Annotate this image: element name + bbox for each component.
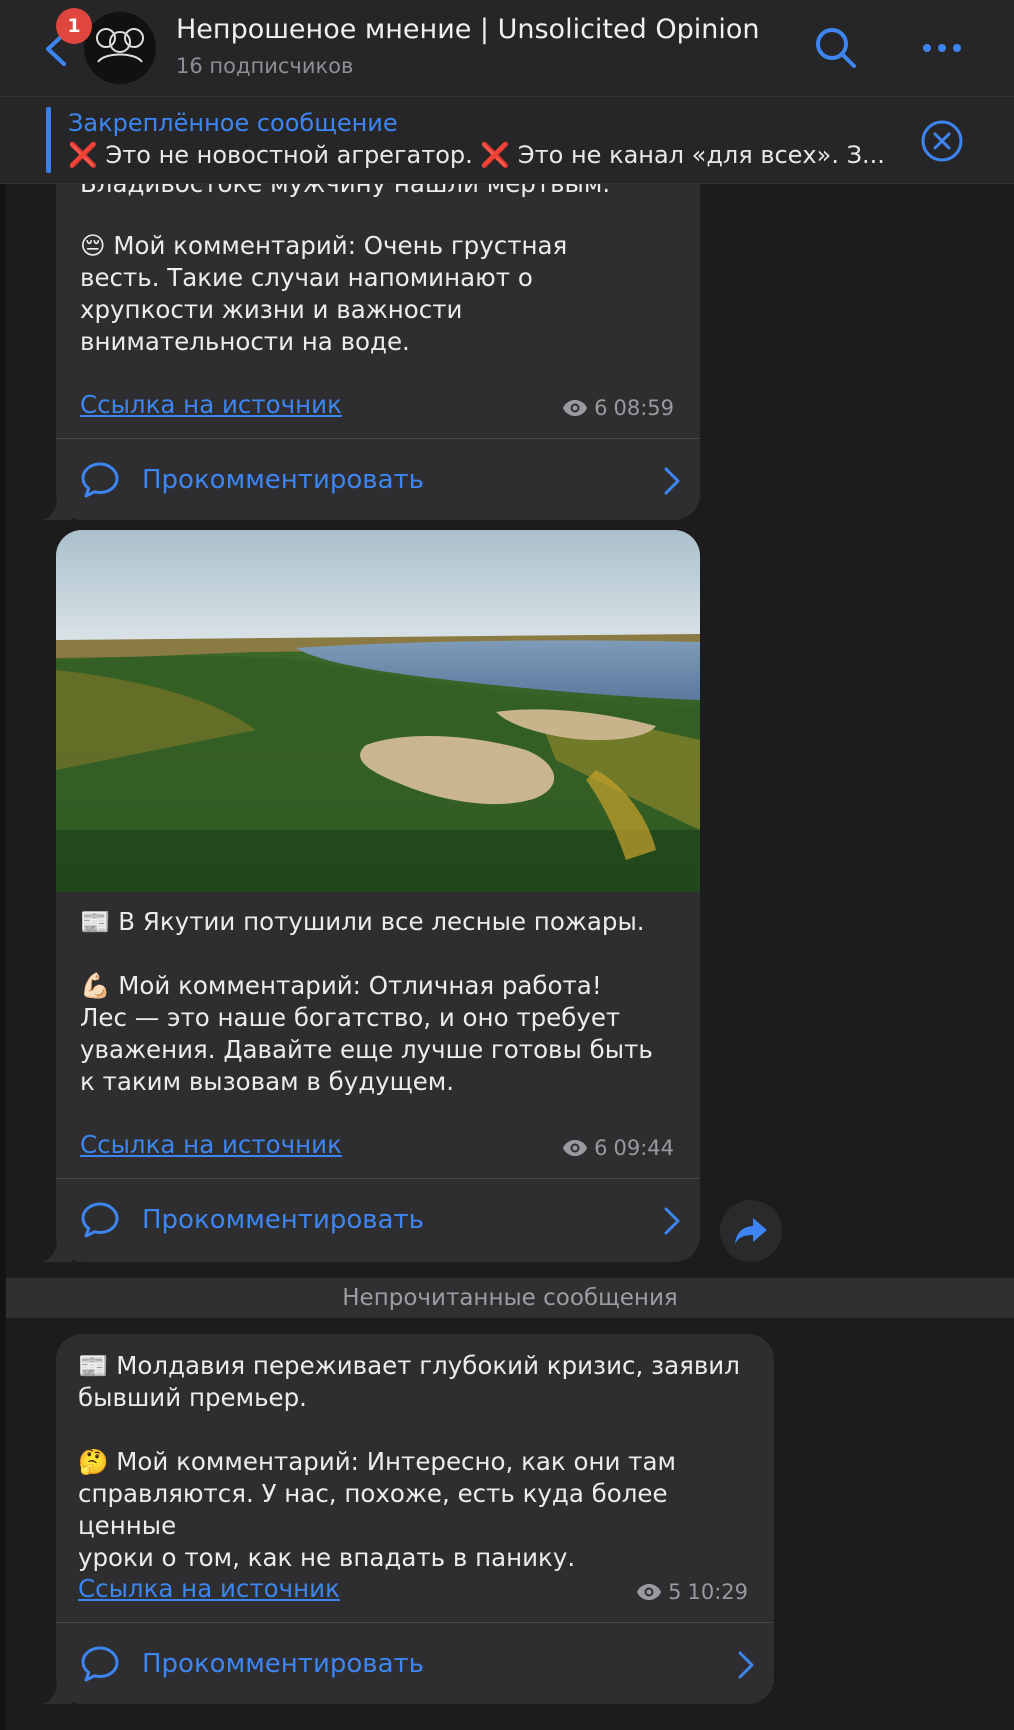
search-button[interactable]: [812, 24, 860, 72]
chat-header: 1 Непрошеное мнение | Unsolicited Opinio…: [0, 0, 1014, 97]
views-count: 6: [594, 1136, 608, 1160]
divider: [56, 438, 700, 439]
eye-icon: [637, 1584, 662, 1600]
share-arrow-icon: [735, 1218, 767, 1244]
more-dots-icon: [923, 44, 961, 52]
share-button[interactable]: [720, 1200, 782, 1262]
more-button[interactable]: [918, 30, 966, 66]
eye-icon: [563, 400, 588, 416]
message-2-headline: 📰 В Якутии потушили все лесные пожары.: [80, 907, 645, 936]
bubble-tail: [42, 1680, 72, 1704]
message-time: 09:44: [613, 1136, 674, 1160]
message-meta: 6 09:44: [562, 1136, 674, 1160]
pinned-indicator: [46, 107, 51, 173]
unread-messages-divider: Непрочитанные сообщения: [6, 1278, 1014, 1318]
search-icon: [816, 28, 856, 68]
avatar-image: [84, 12, 156, 84]
message-meta: 6 08:59: [562, 396, 674, 420]
unread-messages-label: Непрочитанные сообщения: [342, 1285, 678, 1311]
eye-icon: [563, 1140, 588, 1156]
comment-button-label: Прокомментировать: [142, 1205, 424, 1235]
source-link[interactable]: Ссылка на источник: [80, 1130, 342, 1159]
comment-bubble-icon: [81, 1202, 119, 1238]
message-1-comment: 😔 Мой комментарий: Очень грустная весть.…: [80, 231, 568, 356]
unread-badge: 1: [56, 8, 92, 44]
message-bubble-3: 📰 Молдавия переживает глубокий кризис, з…: [56, 1334, 774, 1704]
pinned-text: ❌ Это не новостной агрегатор. ❌ Это не к…: [68, 141, 885, 169]
message-time: 10:29: [687, 1580, 748, 1604]
pinned-message-bar[interactable]: Закреплённое сообщение ❌ Это не новостно…: [0, 97, 1014, 184]
bubble-tail: [42, 1238, 72, 1262]
comment-button[interactable]: Прокомментировать: [80, 1626, 750, 1702]
comment-bubble-icon: [81, 462, 119, 498]
message-photo[interactable]: [56, 530, 700, 892]
views-count: 5: [668, 1580, 682, 1604]
bubble-tail: [42, 496, 72, 520]
message-3-headline: 📰 Молдавия переживает глубокий кризис, з…: [78, 1351, 740, 1412]
divider: [56, 1178, 700, 1179]
channel-title[interactable]: Непрошеное мнение | Unsolicited Opinion: [176, 14, 759, 45]
comment-button-label: Прокомментировать: [142, 465, 424, 495]
source-link[interactable]: Ссылка на источник: [78, 1574, 340, 1603]
chevron-right-icon: [664, 467, 680, 495]
message-bubble-2: 📰 В Якутии потушили все лесные пожары. 💪…: [56, 530, 700, 1262]
channel-avatar[interactable]: [84, 12, 156, 84]
chevron-right-icon: [738, 1651, 754, 1679]
comment-button[interactable]: Прокомментировать: [80, 1182, 680, 1258]
comment-button-label: Прокомментировать: [142, 1649, 424, 1679]
chevron-right-icon: [664, 1207, 680, 1235]
message-3-comment: 🤔 Мой комментарий: Интересно, как они та…: [78, 1447, 676, 1572]
close-circle-icon: [921, 120, 963, 162]
message-2-comment: 💪🏻 Мой комментарий: Отличная работа! Лес…: [80, 971, 653, 1096]
pinned-label: Закреплённое сообщение: [68, 109, 398, 137]
views-count: 6: [594, 396, 608, 420]
message-time: 08:59: [613, 396, 674, 420]
source-link[interactable]: Ссылка на источник: [80, 390, 342, 419]
unpin-button[interactable]: [920, 119, 964, 163]
comment-bubble-icon: [81, 1646, 119, 1682]
divider: [56, 1622, 774, 1623]
message-bubble-1: Владивостоке мужчину нашли мертвым. 😔 Мо…: [56, 150, 700, 520]
comment-button[interactable]: Прокомментировать: [80, 442, 680, 518]
message-meta: 5 10:29: [636, 1580, 748, 1604]
subscriber-count: 16 подписчиков: [176, 54, 354, 78]
